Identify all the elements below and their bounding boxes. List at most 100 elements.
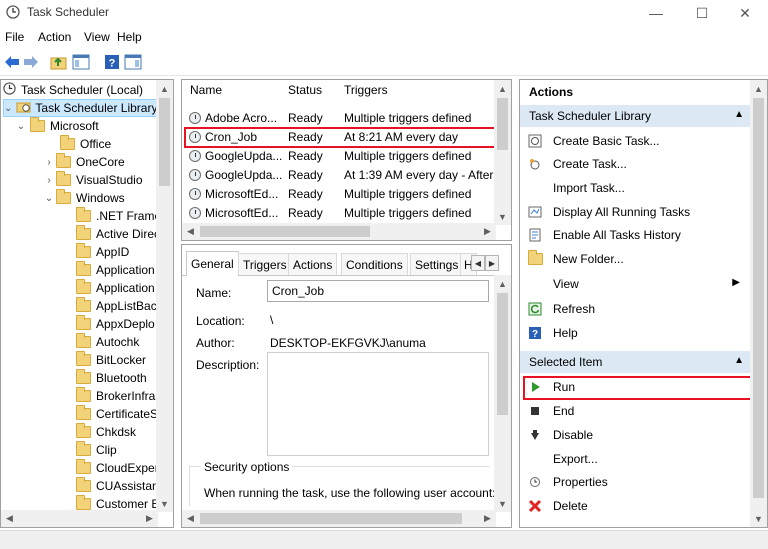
scroll-left-icon[interactable]: ◀ <box>182 510 199 527</box>
running-tasks-icon <box>528 205 542 219</box>
details-vertical-scrollbar[interactable]: ▲ ▼ <box>494 275 511 512</box>
scroll-down-icon[interactable]: ▼ <box>156 495 173 512</box>
task-list-horizontal-scrollbar[interactable]: ◀ ▶ <box>182 223 496 240</box>
scroll-right-icon[interactable]: ▶ <box>479 223 496 240</box>
scroll-left-icon[interactable]: ◀ <box>182 223 199 240</box>
scroll-thumb[interactable] <box>200 226 370 237</box>
action-view[interactable]: View ▶ <box>520 272 752 295</box>
collapse-up-icon[interactable]: ▲ <box>734 355 744 366</box>
forward-arrow-icon[interactable] <box>22 53 40 71</box>
actions-vertical-scrollbar[interactable]: ▲ ▼ <box>750 80 767 527</box>
action-export[interactable]: Export... <box>520 447 752 470</box>
action-end[interactable]: End <box>520 399 752 422</box>
security-description: When running the task, use the following… <box>204 486 494 500</box>
tree-item-library[interactable]: ⌄ Task Scheduler Library <box>3 99 157 117</box>
column-header-triggers[interactable]: Triggers <box>344 80 388 100</box>
task-row[interactable]: MicrosoftEd... Ready Multiple triggers def… <box>182 185 496 204</box>
scroll-down-icon[interactable]: ▼ <box>494 495 511 512</box>
scroll-right-icon[interactable]: ▶ <box>479 510 496 527</box>
task-row[interactable]: GoogleUpda... Ready At 1:39 AM every day -… <box>182 166 496 185</box>
chevron-down-icon[interactable]: ⌄ <box>16 121 26 132</box>
scroll-down-icon[interactable]: ▼ <box>750 510 767 527</box>
menu-help[interactable]: Help <box>117 30 142 44</box>
collapse-up-icon[interactable]: ▲ <box>734 109 744 120</box>
details-horizontal-scrollbar[interactable]: ◀ ▶ <box>182 510 496 527</box>
tab-scroll-left-icon[interactable]: ◀ <box>471 255 485 271</box>
action-display-running[interactable]: Display All Running Tasks <box>520 200 752 223</box>
scroll-thumb[interactable] <box>497 293 508 415</box>
task-list-vertical-scrollbar[interactable]: ▲ ▼ <box>494 80 511 225</box>
task-status-cell: Ready <box>288 206 323 220</box>
scroll-up-icon[interactable]: ▲ <box>750 80 767 97</box>
svg-text:?: ? <box>109 58 116 70</box>
show-hide-tree-icon[interactable] <box>72 53 90 71</box>
scroll-thumb[interactable] <box>497 98 508 150</box>
column-header-status[interactable]: Status <box>288 80 322 100</box>
scroll-thumb[interactable] <box>200 513 462 524</box>
close-button[interactable]: ✕ <box>722 0 768 26</box>
tab-triggers[interactable]: Triggers <box>238 253 292 275</box>
tab-actions[interactable]: Actions <box>288 253 338 275</box>
scroll-up-icon[interactable]: ▲ <box>494 275 511 292</box>
task-row[interactable]: GoogleUpda... Ready Multiple triggers defi… <box>182 147 496 166</box>
action-import-task[interactable]: Import Task... <box>520 176 752 199</box>
tree-horizontal-scrollbar[interactable]: ◀ ▶ <box>1 510 158 527</box>
menu-view[interactable]: View <box>84 30 110 44</box>
action-create-task[interactable]: Create Task... <box>520 152 752 175</box>
action-help[interactable]: ? Help <box>520 321 752 344</box>
action-enable-history[interactable]: Enable All Tasks History <box>520 223 752 246</box>
action-properties[interactable]: Properties <box>520 470 752 493</box>
minimize-button[interactable]: — <box>633 0 679 26</box>
task-row[interactable]: Adobe Acro... Ready Multiple triggers defi… <box>182 109 496 128</box>
tab-conditions[interactable]: Conditions <box>341 253 408 275</box>
task-name-cell: MicrosoftEd... <box>205 187 279 201</box>
help-icon[interactable]: ? <box>103 53 121 71</box>
tree-item-visualstudio[interactable]: › VisualStudio <box>44 171 173 189</box>
menu-file[interactable]: File <box>5 30 24 44</box>
chevron-down-icon[interactable]: ⌄ <box>4 103 12 114</box>
tab-scroll-right-icon[interactable]: ▶ <box>485 255 499 271</box>
scroll-left-icon[interactable]: ◀ <box>1 510 18 527</box>
section-header-selected-item[interactable]: Selected Item ▲ <box>520 351 752 373</box>
scroll-down-icon[interactable]: ▼ <box>494 208 511 225</box>
tree-label: CloudExper <box>96 461 159 475</box>
task-name-field[interactable]: Cron_Job <box>267 280 489 302</box>
action-delete[interactable]: Delete <box>520 494 752 517</box>
tree-item-windows[interactable]: ⌄ Windows <box>44 189 173 207</box>
tab-general[interactable]: General <box>186 251 239 276</box>
description-textarea[interactable] <box>267 352 489 456</box>
scroll-thumb[interactable] <box>753 98 764 498</box>
tree-item-office[interactable]: Office <box>44 135 173 153</box>
menu-action[interactable]: Action <box>38 30 71 44</box>
tree-label: AppID <box>96 245 130 259</box>
tree-item-microsoft[interactable]: ⌄ Microsoft <box>16 117 173 135</box>
tree-vertical-scrollbar[interactable]: ▲ ▼ <box>156 80 173 512</box>
action-refresh[interactable]: Refresh <box>520 297 752 320</box>
tree-item-root[interactable]: Task Scheduler (Local) <box>3 81 160 99</box>
back-arrow-icon[interactable] <box>3 53 21 71</box>
action-disable[interactable]: Disable <box>520 423 752 446</box>
scroll-up-icon[interactable]: ▲ <box>156 80 173 97</box>
column-header-name[interactable]: Name <box>190 80 222 100</box>
task-details-pane: General Triggers Actions Conditions Sett… <box>181 244 512 528</box>
maximize-button[interactable]: ☐ <box>679 0 725 26</box>
chevron-down-icon[interactable]: ⌄ <box>44 193 54 204</box>
scroll-thumb[interactable] <box>159 98 170 186</box>
chevron-right-icon[interactable]: › <box>44 175 54 186</box>
folder-icon <box>76 405 91 420</box>
tab-settings[interactable]: Settings <box>410 253 464 275</box>
scroll-right-icon[interactable]: ▶ <box>141 510 158 527</box>
up-folder-icon[interactable] <box>50 53 68 71</box>
action-create-basic-task[interactable]: Create Basic Task... <box>520 129 752 152</box>
task-trigger-cell: Multiple triggers defined <box>344 187 472 201</box>
section-header-library[interactable]: Task Scheduler Library ▲ <box>520 105 752 127</box>
task-row[interactable]: MicrosoftEd... Ready Multiple triggers def… <box>182 204 496 223</box>
tree-item-onecore[interactable]: › OneCore <box>44 153 173 171</box>
tree-label: AppxDeplo <box>96 317 155 331</box>
tree-label: Office <box>80 137 112 151</box>
chevron-right-icon[interactable]: › <box>44 157 54 168</box>
scroll-up-icon[interactable]: ▲ <box>494 80 511 97</box>
action-new-folder[interactable]: New Folder... <box>520 247 752 270</box>
show-hide-action-pane-icon[interactable] <box>124 53 142 71</box>
navigation-tree[interactable]: Task Scheduler (Local) ⌄ Task Scheduler … <box>0 79 174 528</box>
